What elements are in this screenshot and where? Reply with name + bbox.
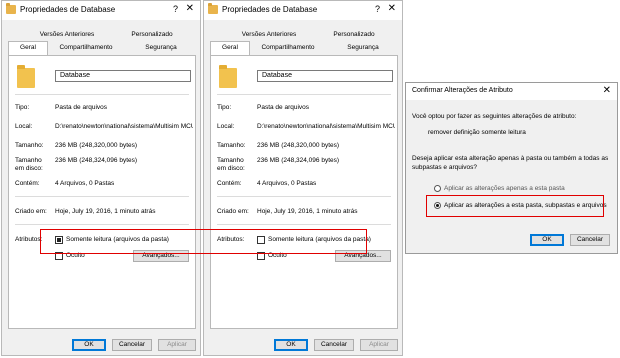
attributes-label: Atributos: [15,236,43,243]
location-value: D:\renato\newton\national\sistema\Multis… [257,123,395,130]
cancel-button[interactable]: Cancelar [314,339,354,351]
folder-icon [6,3,16,14]
location-label: Local: [217,123,235,130]
type-value: Pasta de arquivos [55,104,108,111]
dialog-cancel-button[interactable]: Cancelar [570,234,610,246]
created-value: Hoje, July 19, 2016, 1 minuto atrás [257,208,358,215]
tab-sharing[interactable]: Compartilhamento [52,42,120,54]
location-label: Local: [15,123,33,130]
tab-row-bottom: Geral Compartilhamento Segurança [210,41,398,56]
size-value: 236 MB (248,320,000 bytes) [257,142,340,149]
close-icon[interactable]: ✕ [603,85,611,96]
tab-sharing[interactable]: Compartilhamento [254,42,322,54]
apply-button[interactable]: Aplicar [360,339,398,351]
ok-button[interactable]: OK [274,339,308,351]
title-bar[interactable]: Propriedades de Database ? ✕ [2,1,200,20]
size-label: Tamanho: [15,142,44,149]
apply-folder-only-radio[interactable] [434,185,441,192]
contains-value: 4 Arquivos, 0 Pastas [55,180,115,187]
window-title: Propriedades de Database [20,5,116,14]
dialog-intro: Você optou por fazer as seguintes altera… [412,113,577,120]
divider [15,94,189,95]
tab-row-bottom: Geral Compartilhamento Segurança [8,41,196,56]
created-label: Criado em: [15,208,47,215]
button-bar: OK Cancelar Aplicar [2,335,200,355]
tab-custom[interactable]: Personalizado [326,29,382,41]
size-value: 236 MB (248,320,000 bytes) [55,142,138,149]
folder-icon [208,3,218,14]
folder-name-field[interactable]: Database [55,70,191,82]
general-panel: Database Tipo: Pasta de arquivos Local: … [210,55,398,329]
divider [15,224,189,225]
contains-value: 4 Arquivos, 0 Pastas [257,180,317,187]
folder-icon [17,65,35,88]
created-label: Criado em: [217,208,249,215]
created-value: Hoje, July 19, 2016, 1 minuto atrás [55,208,156,215]
tab-general[interactable]: Geral [8,41,48,56]
tab-previous-versions[interactable]: Versões Anteriores [36,29,98,41]
divider [15,196,189,197]
button-bar: OK Cancelar Aplicar [204,335,402,355]
divider [217,94,391,95]
folder-name-field[interactable]: Database [257,70,393,82]
size-on-disk-value: 236 MB (248,324,096 bytes) [257,157,340,164]
readonly-highlight [40,229,367,254]
close-icon[interactable]: ✕ [388,3,396,14]
general-panel: Database Tipo: Pasta de arquivos Local: … [8,55,196,329]
window-title: Propriedades de Database [222,5,318,14]
properties-window-1: Propriedades de Database ? ✕ Versões Ant… [1,0,201,356]
size-on-disk-label: Tamanho em disco: [217,157,245,172]
divider [217,196,391,197]
size-on-disk-label: Tamanho em disco: [15,157,43,172]
apply-folder-only-label[interactable]: Aplicar as alterações apenas a esta past… [444,185,565,193]
dialog-question-line1: Deseja aplicar esta alteração apenas à p… [412,155,609,162]
help-button[interactable]: ? [173,4,178,14]
cancel-button[interactable]: Cancelar [112,339,152,351]
tab-security[interactable]: Segurança [338,42,388,54]
dialog-ok-button[interactable]: OK [530,234,564,246]
type-label: Tipo: [15,104,30,111]
tab-row-top: Versões Anteriores Personalizado [210,29,398,41]
dialog-title: Confirmar Alterações de Atributo [412,87,513,94]
type-label: Tipo: [217,104,232,111]
tab-custom[interactable]: Personalizado [124,29,180,41]
location-value: D:\renato\newton\national\sistema\Multis… [55,123,193,130]
dialog-question-line2: subpastas e arquivos? [412,164,478,171]
size-on-disk-value: 236 MB (248,324,096 bytes) [55,157,138,164]
help-button[interactable]: ? [375,4,380,14]
type-value: Pasta de arquivos [257,104,310,111]
dialog-change: remover definição somente leitura [428,129,526,136]
contains-label: Contém: [217,180,242,187]
size-label: Tamanho: [217,142,246,149]
confirm-attribute-dialog: Confirmar Alterações de Atributo ✕ Você … [405,82,618,254]
close-icon[interactable]: ✕ [186,3,194,14]
tab-row-top: Versões Anteriores Personalizado [8,29,196,41]
title-bar[interactable]: Propriedades de Database ? ✕ [204,1,402,20]
divider [217,224,391,225]
apply-all-highlight [426,195,604,217]
tab-general[interactable]: Geral [210,41,250,56]
dialog-title-bar[interactable]: Confirmar Alterações de Atributo ✕ [406,83,617,100]
contains-label: Contém: [15,180,40,187]
tab-security[interactable]: Segurança [136,42,186,54]
folder-icon [219,65,237,88]
ok-button[interactable]: OK [72,339,106,351]
apply-button[interactable]: Aplicar [158,339,196,351]
tab-previous-versions[interactable]: Versões Anteriores [238,29,300,41]
properties-window-2: Propriedades de Database ? ✕ Versões Ant… [203,0,403,356]
